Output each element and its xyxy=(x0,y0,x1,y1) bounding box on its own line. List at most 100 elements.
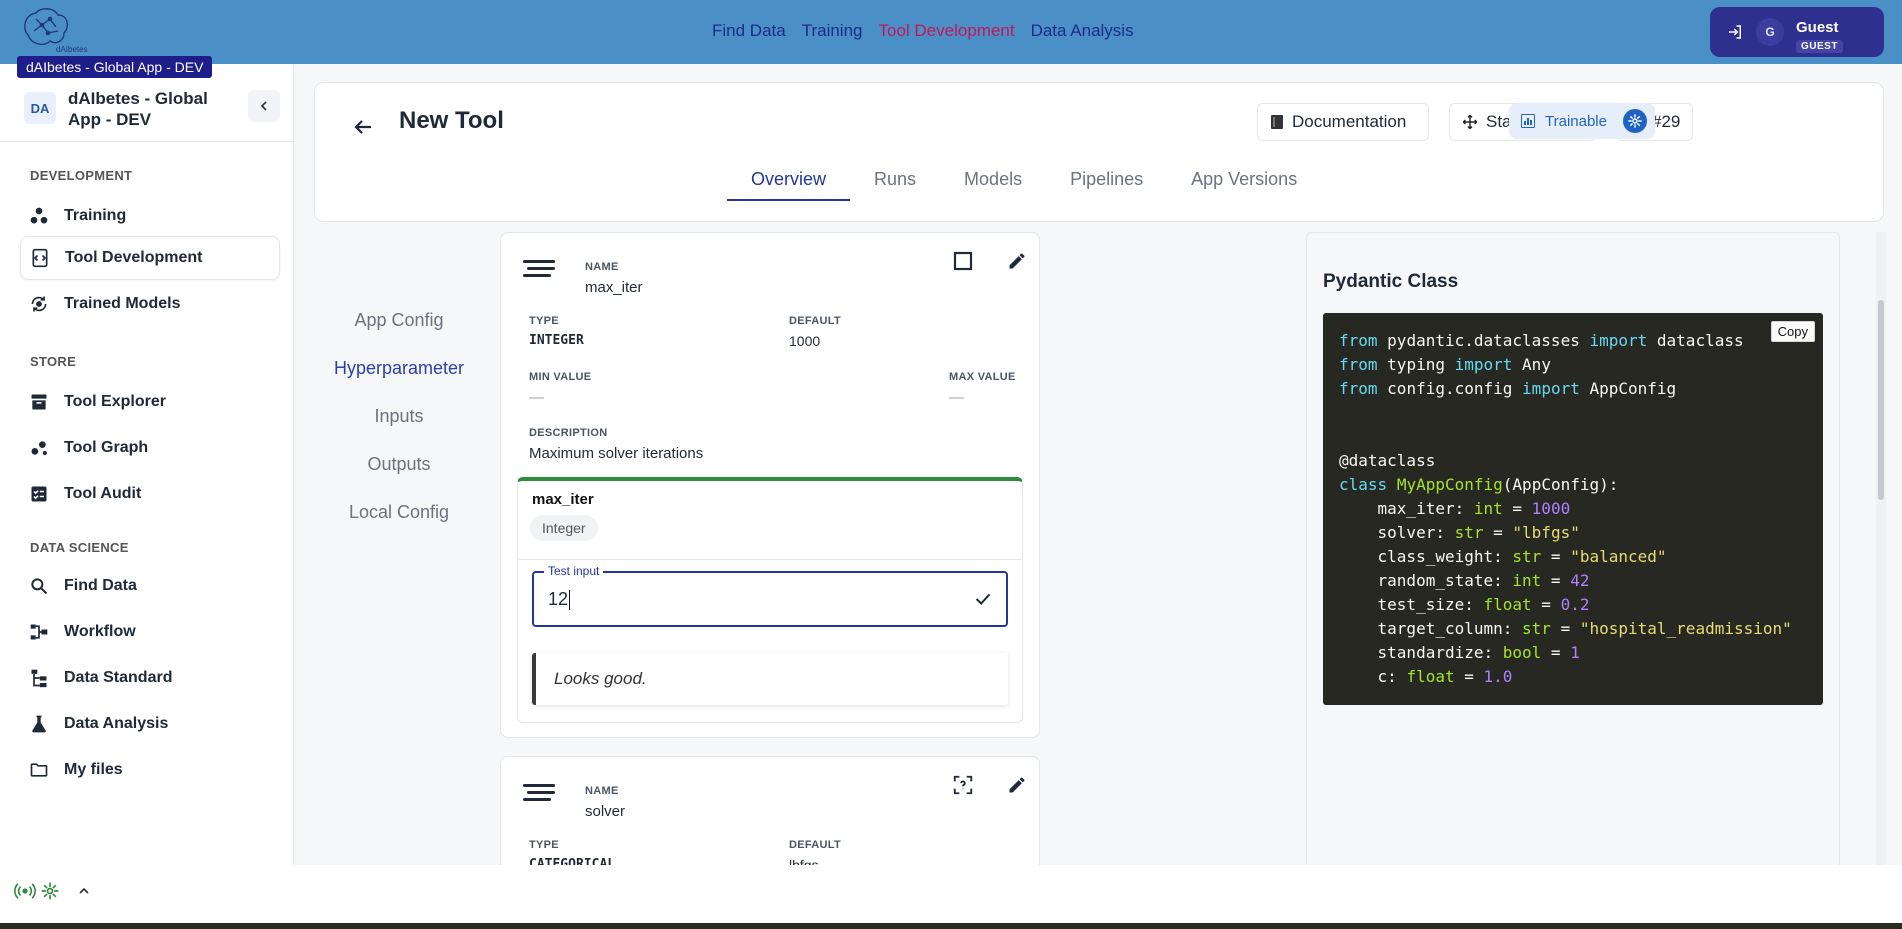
drag-handle-icon[interactable] xyxy=(523,259,555,284)
main-content: New Tool Documentation Start coding #29 … xyxy=(294,64,1902,876)
code-line: from typing import Any xyxy=(1339,355,1551,374)
code-line: c: float = 1.0 xyxy=(1339,667,1513,686)
sidebar-item-trained-models[interactable]: Trained Models xyxy=(20,282,280,326)
edit-icon[interactable] xyxy=(1003,247,1031,275)
sidebar-item-label: Workflow xyxy=(64,623,136,640)
drag-handle-icon[interactable] xyxy=(523,783,555,808)
collapse-sidebar-button[interactable] xyxy=(248,90,280,122)
sidebar-item-tool-development[interactable]: Tool Development xyxy=(20,236,280,280)
chevron-up-icon[interactable] xyxy=(76,883,92,904)
tab-models[interactable]: Models xyxy=(940,163,1046,201)
param-min: — xyxy=(529,389,544,406)
broadcast-icon xyxy=(14,883,36,904)
top-bar: dAIbetes Find Data Training Tool Develop… xyxy=(0,0,1902,64)
folder-icon xyxy=(28,759,50,781)
name-label: NAME xyxy=(585,785,619,797)
nav-find-data[interactable]: Find Data xyxy=(712,21,786,41)
description-label: DESCRIPTION xyxy=(529,427,608,439)
code-line: class MyAppConfig(AppConfig): xyxy=(1339,475,1619,494)
max-value-label: MAX VALUE xyxy=(949,371,1016,383)
test-input-label: Test input xyxy=(544,564,604,578)
sidebar-item-label: Data Analysis xyxy=(64,715,169,732)
network-icon xyxy=(40,881,60,906)
param-max: — xyxy=(949,389,964,406)
divider xyxy=(518,559,1022,560)
sidebar-item-tool-audit[interactable]: Tool Audit xyxy=(20,472,280,516)
documentation-button[interactable]: Documentation xyxy=(1257,103,1429,141)
code-line: random_state: int = 42 xyxy=(1339,571,1590,590)
tab-runs[interactable]: Runs xyxy=(850,163,940,201)
code-line: @dataclass xyxy=(1339,451,1436,470)
sidebar-item-label: Data Standard xyxy=(64,669,173,686)
sidebar-item-label: Training xyxy=(64,207,127,224)
tab-pipelines[interactable]: Pipelines xyxy=(1046,163,1167,201)
subnav-local-config[interactable]: Local Config xyxy=(294,502,504,523)
top-navigation: Find Data Training Tool Development Data… xyxy=(712,21,1134,41)
code-line: test_size: float = 0.2 xyxy=(1339,595,1590,614)
param-name: max_iter xyxy=(585,279,643,296)
default-label: DEFAULT xyxy=(789,839,842,851)
sidebar-item-workflow[interactable]: Workflow xyxy=(20,610,280,654)
sidebar-item-my-files[interactable]: My files xyxy=(20,748,280,792)
nav-tool-development[interactable]: Tool Development xyxy=(879,21,1015,41)
tool-header-card: New Tool Documentation Start coding #29 … xyxy=(314,82,1884,222)
book-icon xyxy=(1270,114,1284,130)
user-menu[interactable]: G Guest GUEST xyxy=(1710,7,1884,57)
edit-icon[interactable] xyxy=(1003,771,1031,799)
subnav-hyperparameter[interactable]: Hyperparameter xyxy=(294,358,504,379)
test-input-value[interactable]: 12 xyxy=(548,589,571,611)
training-icon xyxy=(28,205,50,227)
sidebar-section-data-science: DATA SCIENCE xyxy=(30,540,129,555)
graph-icon xyxy=(28,437,50,459)
subnav-outputs[interactable]: Outputs xyxy=(294,454,504,475)
sidebar-item-tool-graph[interactable]: Tool Graph xyxy=(20,426,280,470)
sidebar-item-tool-explorer[interactable]: Tool Explorer xyxy=(20,380,280,424)
avatar: G xyxy=(1756,18,1784,46)
sidebar-item-data-standard[interactable]: Data Standard xyxy=(20,656,280,700)
nav-data-analysis[interactable]: Data Analysis xyxy=(1031,21,1134,41)
test-param-name: max_iter xyxy=(532,491,594,508)
trainable-label: Trainable xyxy=(1545,112,1607,130)
flask-icon xyxy=(28,713,50,735)
param-name: solver xyxy=(585,803,626,820)
app-logo[interactable]: dAIbetes xyxy=(20,5,90,54)
checkbox-icon[interactable] xyxy=(949,247,977,275)
sidebar-item-data-analysis[interactable]: Data Analysis xyxy=(20,702,280,746)
sidebar-item-find-data[interactable]: Find Data xyxy=(20,564,280,608)
sidebar-item-training[interactable]: Training xyxy=(20,194,280,238)
code-line: target_column: str = "hospital_readmissi… xyxy=(1339,619,1792,638)
test-panel: max_iter Integer Test input 12 Looks goo… xyxy=(517,477,1023,723)
tab-overview[interactable]: Overview xyxy=(727,163,851,201)
text-caret xyxy=(569,590,571,611)
back-button[interactable] xyxy=(351,115,379,143)
trainable-badge[interactable]: Trainable xyxy=(1509,103,1655,139)
app-badge: DA xyxy=(24,92,56,124)
check-icon xyxy=(972,588,994,615)
focus-icon[interactable] xyxy=(949,771,977,799)
test-input-field[interactable]: Test input 12 xyxy=(532,564,1008,627)
code-text: from pydantic.dataclasses import datacla… xyxy=(1339,329,1792,689)
sidebar: DA dAIbetes - Global App - DEV DEVELOPME… xyxy=(0,64,294,865)
checklist-icon xyxy=(28,483,50,505)
scrollbar-thumb[interactable] xyxy=(1878,300,1884,500)
code-line: class_weight: str = "balanced" xyxy=(1339,547,1667,566)
code-line: solver: str = "lbfgs" xyxy=(1339,523,1580,542)
pydantic-panel: Pydantic Class Copy from pydantic.datacl… xyxy=(1306,232,1840,872)
scrollbar[interactable] xyxy=(1876,232,1886,872)
page-title: New Tool xyxy=(399,107,504,134)
code-line: from config.config import AppConfig xyxy=(1339,379,1677,398)
nav-training[interactable]: Training xyxy=(802,21,863,41)
logo-text: dAIbetes xyxy=(56,45,88,53)
tab-app-versions[interactable]: App Versions xyxy=(1167,163,1321,201)
subnav-inputs[interactable]: Inputs xyxy=(294,406,504,427)
sidebar-section-store: STORE xyxy=(30,354,77,369)
tool-id: #29 xyxy=(1652,112,1681,131)
login-icon[interactable] xyxy=(1726,23,1744,41)
move-icon xyxy=(1462,114,1478,130)
default-label: DEFAULT xyxy=(789,315,842,327)
bottom-strip xyxy=(0,923,1902,929)
param-type: INTEGER xyxy=(529,333,584,348)
subnav-app-config[interactable]: App Config xyxy=(294,310,504,331)
tab-bar: Overview Runs Models Pipelines App Versi… xyxy=(727,163,1321,201)
status-bar xyxy=(0,865,1902,923)
